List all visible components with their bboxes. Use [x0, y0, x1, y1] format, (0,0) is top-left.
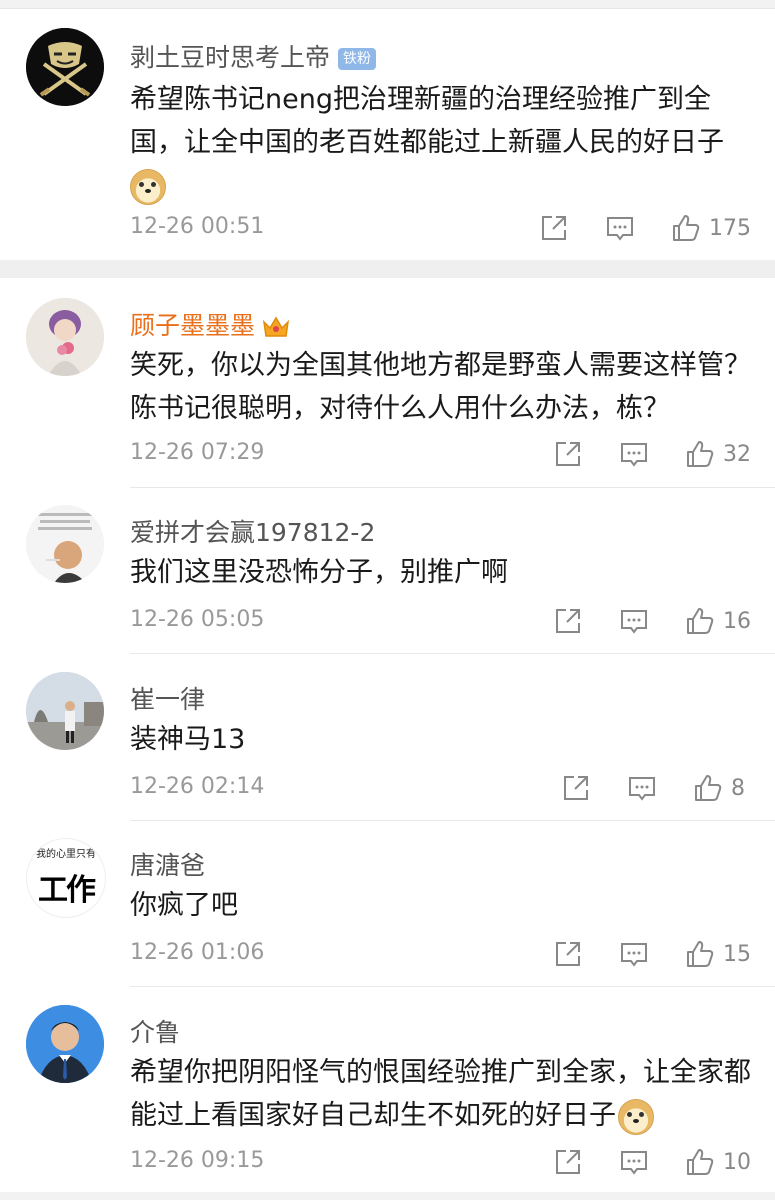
avatar-big-text: 工作 — [38, 873, 96, 908]
share-icon[interactable] — [553, 1147, 583, 1177]
timestamp: 12-26 09:15 — [130, 1148, 265, 1173]
comment-actions: 10 — [553, 1142, 751, 1182]
man-suit-avatar-icon — [26, 1005, 104, 1083]
divider — [130, 487, 775, 488]
comment-text: 希望你把阴阳怪气的恨国经验推广到全家，让全家都能过上看国家好自己却生不如死的好日… — [130, 1051, 755, 1137]
crown-badge-icon — [262, 316, 290, 337]
thumbs-up-icon[interactable] — [685, 606, 715, 636]
share-icon[interactable] — [561, 773, 591, 803]
username-text[interactable]: 剥土豆时思考上帝 — [130, 43, 330, 72]
doge-emoji-icon — [618, 1098, 654, 1135]
username[interactable]: 爱拼才会赢197812-2 — [130, 513, 375, 549]
avatar[interactable] — [26, 298, 104, 376]
comment-text: 我们这里没恐怖分子，别推广啊 — [130, 557, 508, 588]
like-count: 16 — [723, 608, 751, 634]
username[interactable]: 唐溏爸 — [130, 846, 205, 882]
comment-meta: 12-26 07:29 32 — [130, 434, 751, 474]
avatar[interactable] — [26, 28, 104, 106]
comment-text-body: 希望陈书记neng把治理新疆的治理经验推广到全国，让全中国的老百姓都能过上新疆人… — [130, 84, 724, 158]
timestamp: 12-26 07:29 — [130, 440, 265, 465]
comment-icon[interactable] — [619, 439, 649, 469]
comment-actions: 8 — [561, 768, 751, 808]
bottom-separator — [0, 1192, 775, 1200]
username[interactable]: 顾子墨墨墨 — [130, 306, 291, 342]
section-separator — [0, 260, 775, 278]
top-separator-line — [0, 8, 775, 9]
comment-icon[interactable] — [627, 773, 657, 803]
divider — [130, 653, 775, 654]
share-icon[interactable] — [553, 939, 583, 969]
comment-icon[interactable] — [619, 1147, 649, 1177]
comment-icon[interactable] — [619, 606, 649, 636]
like-count: 15 — [723, 941, 751, 967]
username-text[interactable]: 崔一律 — [130, 685, 205, 714]
like-count: 175 — [709, 215, 751, 241]
comment-icon[interactable] — [605, 213, 635, 243]
comment-actions: 175 — [539, 208, 751, 248]
comment-actions: 32 — [553, 434, 751, 474]
divider — [130, 820, 775, 821]
username-text[interactable]: 唐溏爸 — [130, 851, 205, 880]
username-text[interactable]: 爱拼才会赢197812-2 — [130, 518, 375, 547]
like-count: 10 — [723, 1149, 751, 1175]
fans-badge: 铁粉 — [338, 48, 377, 70]
thumbs-up-icon[interactable] — [685, 439, 715, 469]
comment-meta: 12-26 00:51 175 — [130, 208, 751, 248]
man-statues-avatar-icon — [26, 672, 104, 750]
timestamp: 12-26 01:06 — [130, 940, 265, 965]
like-count: 32 — [723, 441, 751, 467]
username-text[interactable]: 顾子墨墨墨 — [130, 311, 255, 340]
avatar[interactable] — [26, 1005, 104, 1083]
avatar[interactable] — [26, 672, 104, 750]
girl-avatar-icon — [26, 298, 104, 376]
username[interactable]: 崔一律 — [130, 680, 205, 716]
comment-text-body: 希望你把阴阳怪气的恨国经验推广到全家，让全家都能过上看国家好自己却生不如死的好日… — [130, 1057, 751, 1131]
comment-meta: 12-26 01:06 15 — [130, 934, 751, 974]
top-separator — [0, 0, 775, 8]
timestamp: 12-26 02:14 — [130, 774, 265, 799]
timestamp: 12-26 05:05 — [130, 607, 265, 632]
share-icon[interactable] — [539, 213, 569, 243]
share-icon[interactable] — [553, 606, 583, 636]
comment-actions: 16 — [553, 601, 751, 641]
comment-text: 装神马13 — [130, 724, 246, 755]
like-count: 8 — [731, 775, 745, 801]
share-icon[interactable] — [553, 439, 583, 469]
username[interactable]: 剥土豆时思考上帝 铁粉 — [130, 38, 377, 74]
avatar[interactable] — [26, 505, 104, 583]
comment-text: 希望陈书记neng把治理新疆的治理经验推广到全国，让全中国的老百姓都能过上新疆人… — [130, 78, 755, 207]
thumbs-up-icon[interactable] — [685, 1147, 715, 1177]
comment-meta: 12-26 02:14 8 — [130, 768, 751, 808]
comment-text: 你疯了吧 — [130, 890, 238, 921]
mask-swords-icon — [26, 28, 104, 106]
thumbs-up-icon[interactable] — [685, 939, 715, 969]
thumbs-up-icon[interactable] — [693, 773, 723, 803]
comment-meta: 12-26 05:05 16 — [130, 601, 751, 641]
comment-text: 笑死，你以为全国其他地方都是野蛮人需要这样管？陈书记很聪明，对待什么人用什么办法… — [130, 350, 751, 424]
username-text[interactable]: 介鲁 — [130, 1018, 180, 1047]
username[interactable]: 介鲁 — [130, 1013, 180, 1049]
comment-meta: 12-26 09:15 10 — [130, 1142, 751, 1182]
doge-emoji-icon — [130, 168, 166, 205]
divider — [130, 986, 775, 987]
man-smoking-avatar-icon — [26, 505, 104, 583]
avatar[interactable]: 我的心里只有 工作 — [26, 838, 106, 918]
thumbs-up-icon[interactable] — [671, 213, 701, 243]
comment-icon[interactable] — [619, 939, 649, 969]
avatar-caption: 我的心里只有 — [36, 849, 96, 860]
timestamp: 12-26 00:51 — [130, 214, 265, 239]
comment-actions: 15 — [553, 934, 751, 974]
